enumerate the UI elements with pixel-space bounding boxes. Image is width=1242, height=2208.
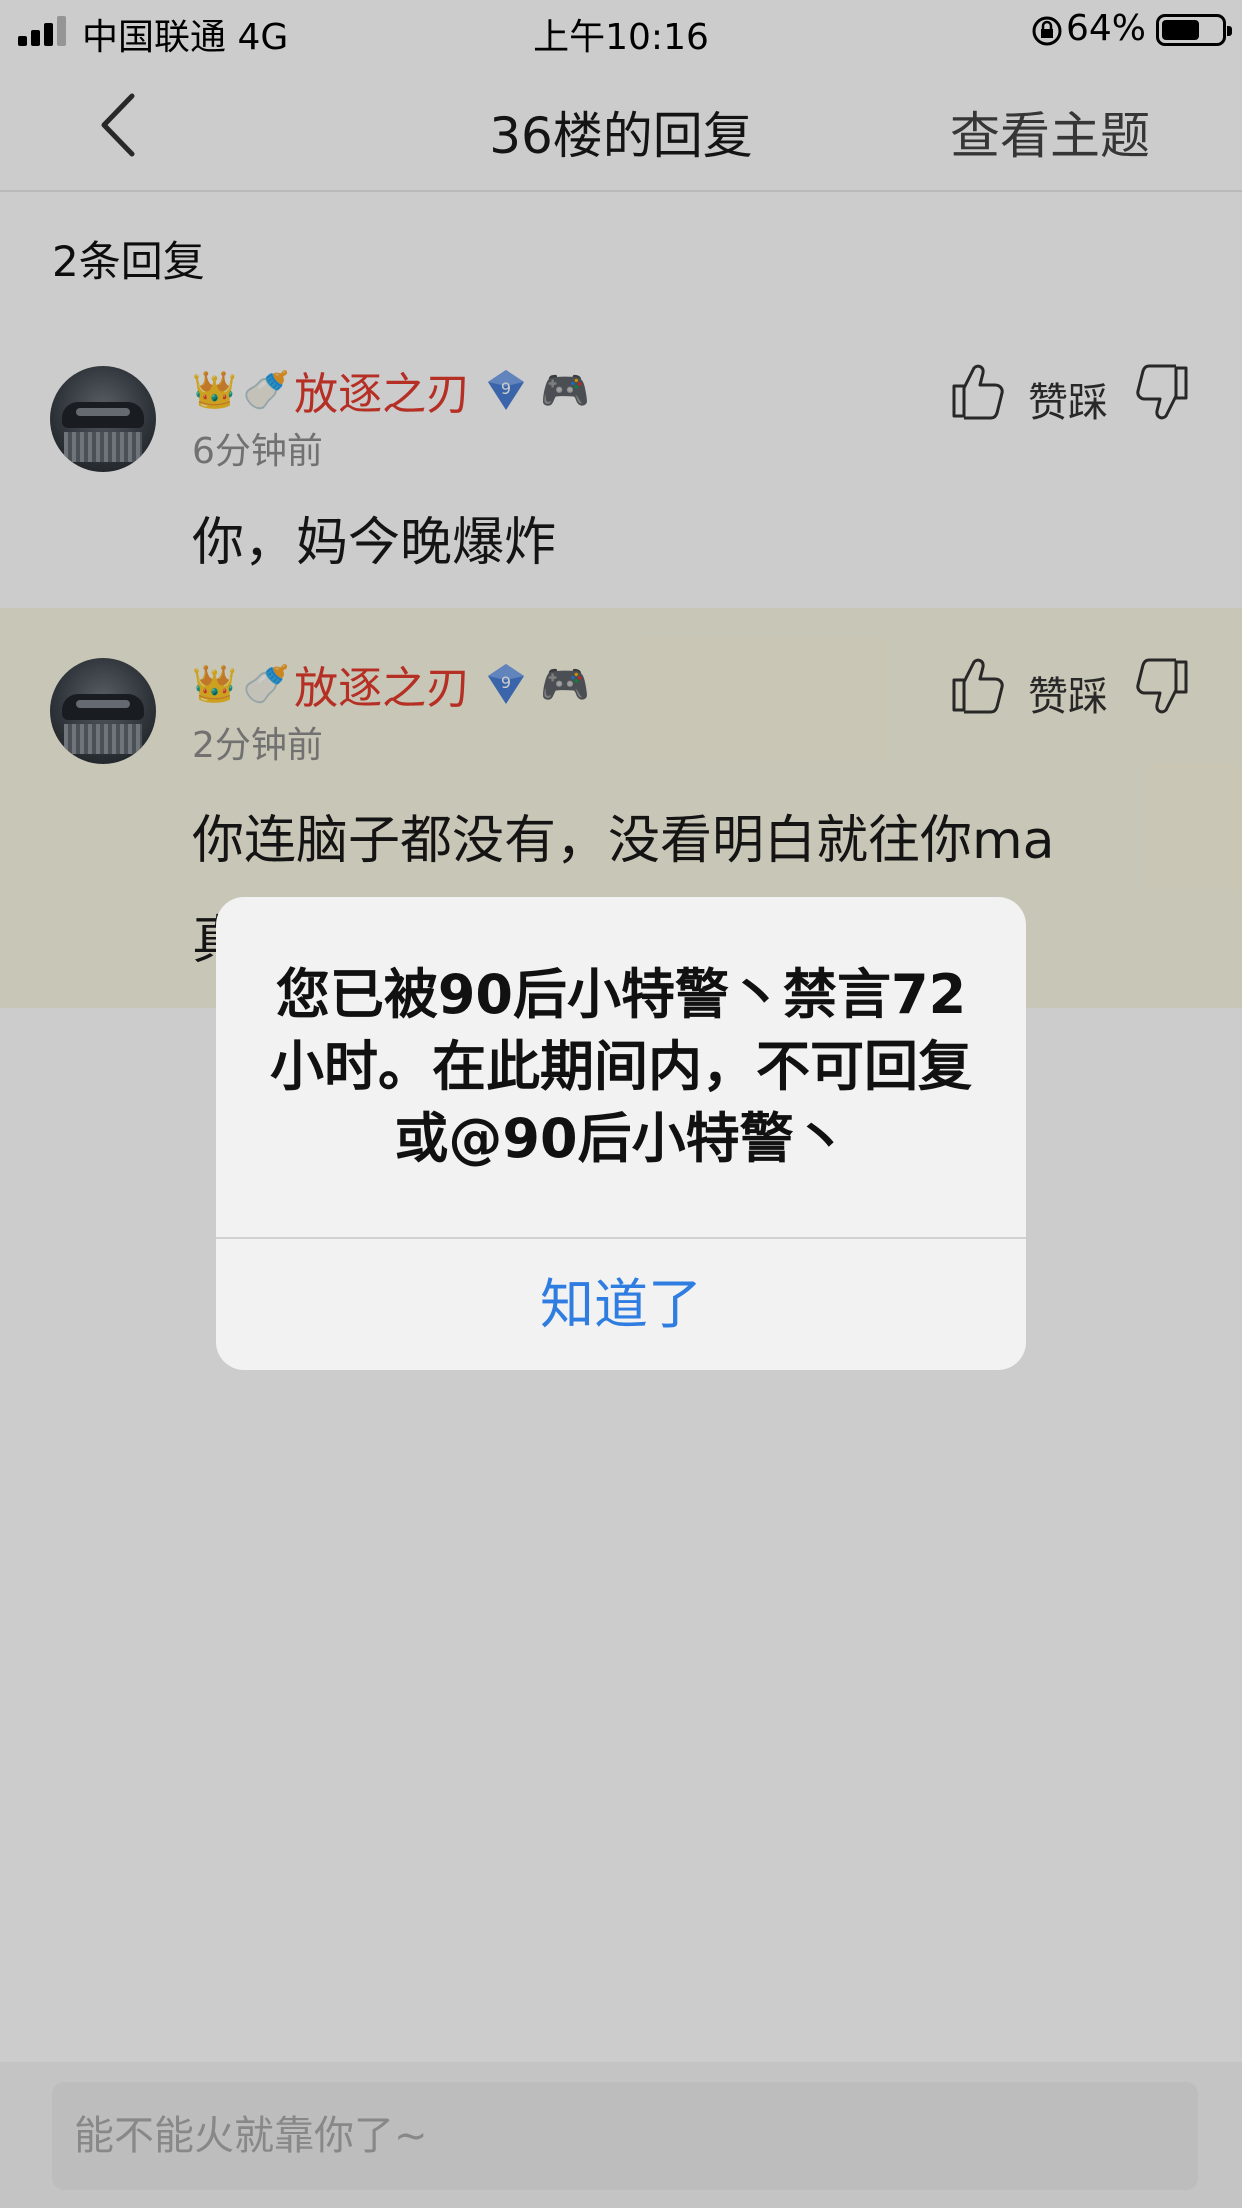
mute-alert-dialog: 您已被90后小特警丶禁言72小时。在此期间内，不可回复或@90后小特警丶 知道了: [216, 897, 1026, 1370]
acknowledge-button[interactable]: 知道了: [216, 1239, 1026, 1370]
screen: 中国联通 4G 上午10:16 64% 36楼的回复 查看主题 2条回复 👑 🍼…: [0, 0, 1242, 2208]
alert-message: 您已被90后小特警丶禁言72小时。在此期间内，不可回复或@90后小特警丶: [270, 963, 972, 1170]
